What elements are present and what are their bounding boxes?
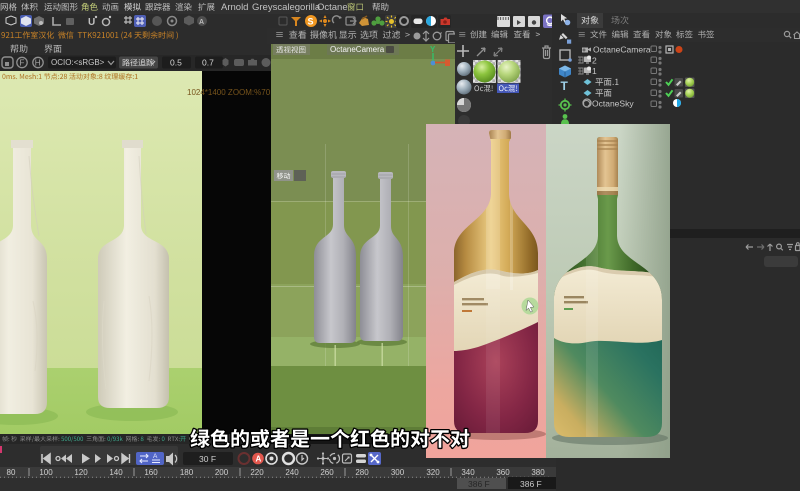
- svg-text:F: F: [20, 59, 25, 68]
- svg-text:260: 260: [320, 468, 334, 477]
- svg-text:360: 360: [496, 468, 510, 477]
- svg-text:T: T: [561, 79, 569, 93]
- svg-text:300: 300: [391, 468, 405, 477]
- svg-text:A: A: [256, 455, 262, 464]
- svg-text:340: 340: [461, 468, 475, 477]
- svg-text:240: 240: [285, 468, 299, 477]
- svg-text:OctaneCamera: OctaneCamera: [593, 45, 651, 55]
- svg-text:220: 220: [250, 468, 264, 477]
- svg-text:A: A: [199, 19, 204, 26]
- svg-text:0.5: 0.5: [170, 58, 182, 68]
- svg-text:OCIO:<sRGB>: OCIO:<sRGB>: [51, 58, 105, 67]
- svg-text:80: 80: [7, 468, 16, 477]
- svg-text:200: 200: [215, 468, 229, 477]
- svg-text:120: 120: [74, 468, 88, 477]
- svg-text:OctaneSky: OctaneSky: [592, 99, 634, 109]
- svg-text:2: 2: [592, 56, 597, 66]
- svg-text:320: 320: [426, 468, 440, 477]
- svg-text:100: 100: [39, 468, 53, 477]
- svg-text:1: 1: [592, 66, 597, 76]
- svg-text:S: S: [308, 17, 314, 27]
- svg-text:U: U: [88, 17, 95, 28]
- svg-text:280: 280: [355, 468, 369, 477]
- svg-text:A: A: [153, 453, 158, 460]
- svg-text:160: 160: [144, 468, 158, 477]
- svg-text:140: 140: [109, 468, 123, 477]
- svg-text:H: H: [35, 59, 41, 68]
- svg-text:0.7: 0.7: [202, 58, 214, 68]
- svg-text:380: 380: [531, 468, 545, 477]
- svg-text:30 F: 30 F: [199, 454, 216, 464]
- svg-text:180: 180: [180, 468, 194, 477]
- svg-text:Y: Y: [430, 45, 436, 54]
